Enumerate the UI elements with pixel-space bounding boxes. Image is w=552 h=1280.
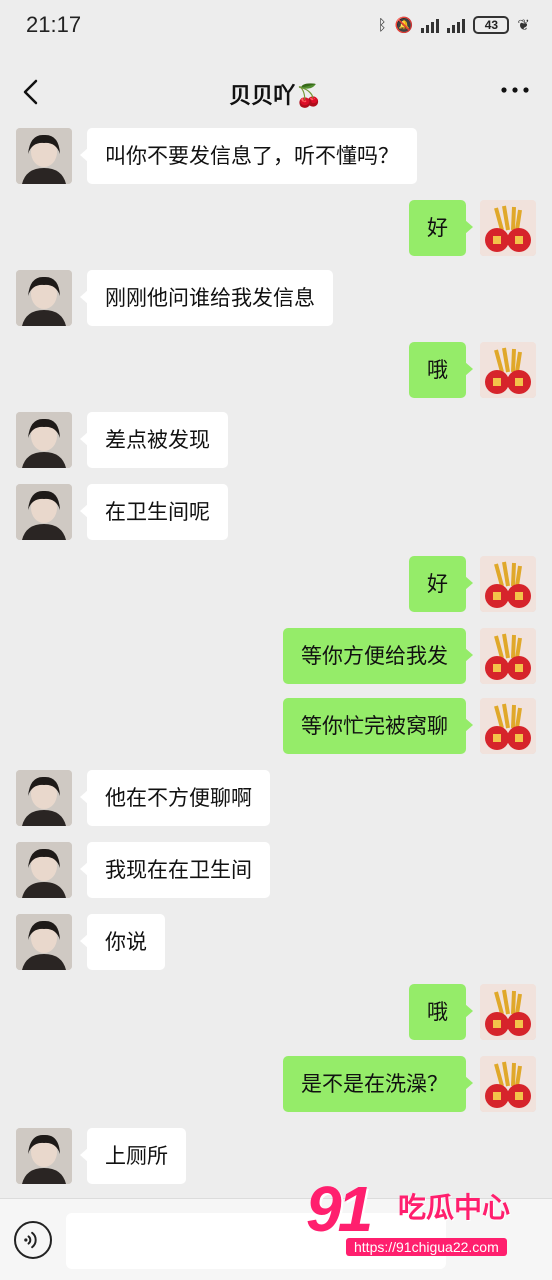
message-list[interactable]: 叫你不要发信息了，听不懂吗？好刚刚他问谁给我发信息哦差点被发现 在卫生间呢好等你方…	[0, 128, 552, 1198]
self-avatar[interactable]	[480, 628, 536, 684]
status-icons: ᛒ 🔕 43 ❦	[378, 16, 530, 34]
voice-icon[interactable]	[14, 1221, 52, 1259]
message-row-left: 在卫生间呢	[0, 484, 552, 540]
message-bubble[interactable]: 差点被发现	[80, 412, 228, 468]
message-row-left: 你说	[0, 914, 552, 970]
bluetooth-icon: ᛒ	[377, 16, 387, 34]
message-bubble[interactable]: 你说	[80, 914, 165, 970]
contact-avatar[interactable]	[16, 412, 72, 468]
leaf-icon: ❦	[517, 16, 530, 34]
contact-avatar[interactable]	[16, 270, 72, 326]
message-bubble[interactable]: 哦	[409, 342, 473, 398]
message-row-right: 哦	[0, 984, 552, 1040]
mute-icon: 🔕	[394, 16, 414, 34]
watermark-url: https://91chigua22.com	[346, 1238, 507, 1256]
message-bubble[interactable]: 我现在在卫生间	[80, 842, 270, 898]
message-row-right: 好	[0, 556, 552, 612]
battery-level: 43	[484, 18, 499, 32]
self-avatar[interactable]	[480, 984, 536, 1040]
more-dots-icon[interactable]	[500, 80, 530, 100]
message-bubble[interactable]: 他在不方便聊啊	[80, 770, 270, 826]
watermark-number: 91	[306, 1173, 373, 1245]
message-row-left: 刚刚他问谁给我发信息	[0, 270, 552, 326]
chat-header: 贝贝吖🍒	[0, 56, 552, 128]
self-avatar[interactable]	[480, 200, 536, 256]
message-row-left: 他在不方便聊啊	[0, 770, 552, 826]
contact-avatar[interactable]	[16, 128, 72, 184]
status-bar: 21:17 ᛒ 🔕 43 ❦	[0, 0, 552, 56]
message-bubble[interactable]: 是不是在洗澡？	[283, 1056, 473, 1112]
message-row-right: 是不是在洗澡？	[0, 1056, 552, 1112]
message-bubble[interactable]: 叫你不要发信息了，听不懂吗？	[80, 128, 417, 184]
signal-icon	[447, 17, 466, 33]
contact-avatar[interactable]	[16, 770, 72, 826]
message-row-right: 等你忙完被窝聊	[0, 698, 552, 754]
message-bubble[interactable]: 等你方便给我发	[283, 628, 473, 684]
message-row-right: 好	[0, 200, 552, 256]
self-avatar[interactable]	[480, 342, 536, 398]
message-bubble[interactable]: 刚刚他问谁给我发信息	[80, 270, 333, 326]
message-row-right: 哦	[0, 342, 552, 398]
contact-avatar[interactable]	[16, 1128, 72, 1184]
signal-icon	[421, 17, 440, 33]
contact-avatar[interactable]	[16, 914, 72, 970]
status-time: 21:17	[26, 12, 82, 37]
message-bubble[interactable]: 好	[409, 200, 473, 256]
page-title: 贝贝吖🍒	[229, 84, 323, 109]
battery-icon: 43	[473, 16, 510, 34]
self-avatar[interactable]	[480, 698, 536, 754]
message-bubble[interactable]: 哦	[409, 984, 473, 1040]
contact-avatar[interactable]	[16, 842, 72, 898]
message-bubble[interactable]: 在卫生间呢	[80, 484, 228, 540]
message-row-left: 叫你不要发信息了，听不懂吗？	[0, 128, 552, 184]
message-bubble[interactable]: 好	[409, 556, 473, 612]
contact-avatar[interactable]	[16, 484, 72, 540]
message-bubble[interactable]: 等你忙完被窝聊	[283, 698, 473, 754]
message-row-right: 等你方便给我发	[0, 628, 552, 684]
self-avatar[interactable]	[480, 1056, 536, 1112]
watermark-name: 吃瓜中心	[398, 1191, 511, 1224]
message-bubble[interactable]: 上厕所	[80, 1128, 186, 1184]
watermark: 91 吃瓜中心 https://91chigua22.com	[302, 1172, 542, 1264]
message-row-left: 差点被发现	[0, 412, 552, 468]
self-avatar[interactable]	[480, 556, 536, 612]
message-row-left: 我现在在卫生间	[0, 842, 552, 898]
